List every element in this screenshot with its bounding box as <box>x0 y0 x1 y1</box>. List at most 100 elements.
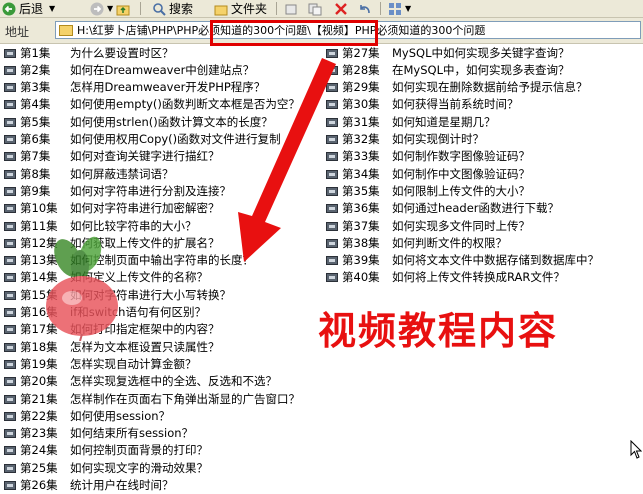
video-file-icon <box>4 220 18 232</box>
back-label: 后退 <box>19 2 44 16</box>
move-to-button[interactable] <box>284 0 298 17</box>
forward-dropdown-icon[interactable]: ▼ <box>107 4 113 13</box>
folders-label: 文件夹 <box>231 2 268 16</box>
views-dropdown-icon[interactable]: ▼ <box>405 4 411 13</box>
toolbar-divider <box>276 2 277 15</box>
episode-title: 在MySQL中，如何实现多表查询？ <box>392 62 570 77</box>
list-item[interactable]: 第38集 如何判断文件的权限？ <box>326 234 507 251</box>
video-file-icon <box>4 81 18 93</box>
back-button[interactable]: 后退 ▼ <box>2 0 55 17</box>
back-dropdown-icon[interactable]: ▼ <box>49 4 55 13</box>
episode-title: 如何获得当前系统时间？ <box>392 97 519 112</box>
list-item[interactable]: 第40集 如何将上传文件转换成RAR文件？ <box>326 269 565 286</box>
search-label: 搜索 <box>169 2 194 16</box>
episode-title: 如何对字符串进行加密解密？ <box>70 201 220 216</box>
episode-number: 第7集 <box>20 149 51 164</box>
episode-number: 第23集 <box>20 426 58 441</box>
episode-number: 第30集 <box>342 97 380 112</box>
list-item[interactable]: 第11集 如何比较字符串的大小？ <box>4 217 197 234</box>
video-file-icon <box>326 220 340 232</box>
video-file-icon <box>4 150 18 162</box>
list-item[interactable]: 第24集 如何控制页面背景的打印？ <box>4 442 208 459</box>
episode-number: 第37集 <box>342 218 380 233</box>
episode-number: 第9集 <box>20 183 51 198</box>
list-item[interactable]: 第39集 如何将文本文件中数据存储到数据库中？ <box>326 252 599 269</box>
list-item[interactable]: 第34集 如何制作中文图像验证码？ <box>326 165 530 182</box>
folders-button[interactable]: 文件夹 <box>214 0 267 17</box>
video-content-caption: 视频教程内容 <box>318 309 559 353</box>
list-item[interactable]: 第10集 如何对字符串进行加密解密？ <box>4 200 220 217</box>
episode-title: 如何在Dreamweaver中创建站点？ <box>70 62 255 77</box>
up-folder-button[interactable] <box>116 0 130 17</box>
video-file-icon <box>326 64 340 76</box>
list-item[interactable]: 第27集 MySQL中如何实现多关键字查询？ <box>326 44 570 61</box>
list-item[interactable]: 第36集 如何通过header函数进行下载？ <box>326 200 559 217</box>
list-item[interactable]: 第35集 如何限制上传文件的大小？ <box>326 182 530 199</box>
episode-title: 如何制作中文图像验证码？ <box>392 166 530 181</box>
episode-title: 如何实现多文件同时上传？ <box>392 218 530 233</box>
episode-title: 如何通过header函数进行下载？ <box>392 201 560 216</box>
episode-number: 第34集 <box>342 166 380 181</box>
list-item[interactable]: 第22集 如何使用session？ <box>4 407 170 424</box>
list-item[interactable]: 第4集 如何使用empty()函数判断文本框是否为空？ <box>4 96 300 113</box>
list-item[interactable]: 第7集 如何对查询关键字进行描红？ <box>4 148 220 165</box>
list-item[interactable]: 第37集 如何实现多文件同时上传？ <box>326 217 530 234</box>
copy-to-button[interactable] <box>308 0 322 17</box>
views-button[interactable]: ▼ <box>388 0 411 17</box>
episode-title: 怎样实现复选框中的全选、反选和不选？ <box>70 374 277 389</box>
video-file-icon <box>326 133 340 145</box>
video-file-icon <box>4 98 18 110</box>
list-item[interactable]: 第32集 如何实现倒计时？ <box>326 131 484 148</box>
list-item[interactable]: 第29集 如何实现在删除数据前给予提示信息？ <box>326 79 588 96</box>
list-item[interactable]: 第6集 如何使用权用Copy()函数对文件进行复制 <box>4 131 281 148</box>
video-file-icon <box>4 341 18 353</box>
list-item[interactable]: 第21集 怎样制作在页面右下角弹出渐显的广告窗口？ <box>4 390 300 407</box>
list-item[interactable]: 第2集 如何在Dreamweaver中创建站点？ <box>4 61 254 78</box>
list-item[interactable]: 第19集 怎样实现自动计算金额？ <box>4 355 197 372</box>
list-item[interactable]: 第26集 统计用户在线时间？ <box>4 477 174 494</box>
forward-button[interactable]: ▼ <box>90 0 113 17</box>
episode-number: 第5集 <box>20 114 51 129</box>
list-item[interactable]: 第28集 在MySQL中，如何实现多表查询？ <box>326 61 570 78</box>
undo-button[interactable] <box>358 0 372 17</box>
episode-title: 如何对查询关键字进行描红？ <box>70 149 220 164</box>
episode-number: 第33集 <box>342 149 380 164</box>
video-file-icon <box>4 116 18 128</box>
episode-title: 如何使用empty()函数判断文本框是否为空？ <box>70 97 300 112</box>
search-button[interactable]: 搜索 <box>152 0 193 17</box>
list-item[interactable]: 第20集 怎样实现复选框中的全选、反选和不选？ <box>4 373 277 390</box>
episode-number: 第22集 <box>20 408 58 423</box>
list-item[interactable]: 第5集 如何使用strlen()函数计算文本的长度？ <box>4 113 273 130</box>
episode-title: 如何控制页面背景的打印？ <box>70 443 208 458</box>
video-file-icon <box>326 47 340 59</box>
video-file-icon <box>4 410 18 422</box>
episode-number: 第10集 <box>20 201 58 216</box>
video-file-icon <box>4 254 18 266</box>
list-item[interactable]: 第33集 如何制作数字图像验证码？ <box>326 148 530 165</box>
list-item[interactable]: 第25集 如何实现文字的滑动效果？ <box>4 459 208 476</box>
radish-mascot-icon <box>46 236 118 341</box>
episode-number: 第1集 <box>20 45 51 60</box>
video-file-icon <box>326 168 340 180</box>
video-file-icon <box>326 116 340 128</box>
list-item[interactable]: 第9集 如何对字符串进行分割及连接？ <box>4 182 231 199</box>
episode-number: 第19集 <box>20 356 58 371</box>
video-file-icon <box>326 254 340 266</box>
video-file-icon <box>4 185 18 197</box>
episode-number: 第11集 <box>20 218 58 233</box>
list-item[interactable]: 第23集 如何结束所有session？ <box>4 425 193 442</box>
episode-title: 怎样制作在页面右下角弹出渐显的广告窗口？ <box>70 391 300 406</box>
video-file-icon <box>326 185 340 197</box>
episode-title: 为什么要设置时区？ <box>70 45 174 60</box>
list-item[interactable]: 第3集 怎样用Dreamweaver开发PHP程序？ <box>4 79 265 96</box>
delete-button[interactable] <box>334 0 348 17</box>
episode-number: 第40集 <box>342 270 380 285</box>
list-item[interactable]: 第1集 为什么要设置时区？ <box>4 44 174 61</box>
views-grid-icon <box>389 2 401 15</box>
video-file-icon <box>4 133 18 145</box>
list-item[interactable]: 第31集 如何知道是星期几？ <box>326 113 496 130</box>
episode-title: 如何实现倒计时？ <box>392 132 484 146</box>
list-item[interactable]: 第8集 如何屏蔽违禁词语？ <box>4 165 174 182</box>
list-item[interactable]: 第30集 如何获得当前系统时间？ <box>326 96 519 113</box>
video-file-icon <box>326 150 340 162</box>
